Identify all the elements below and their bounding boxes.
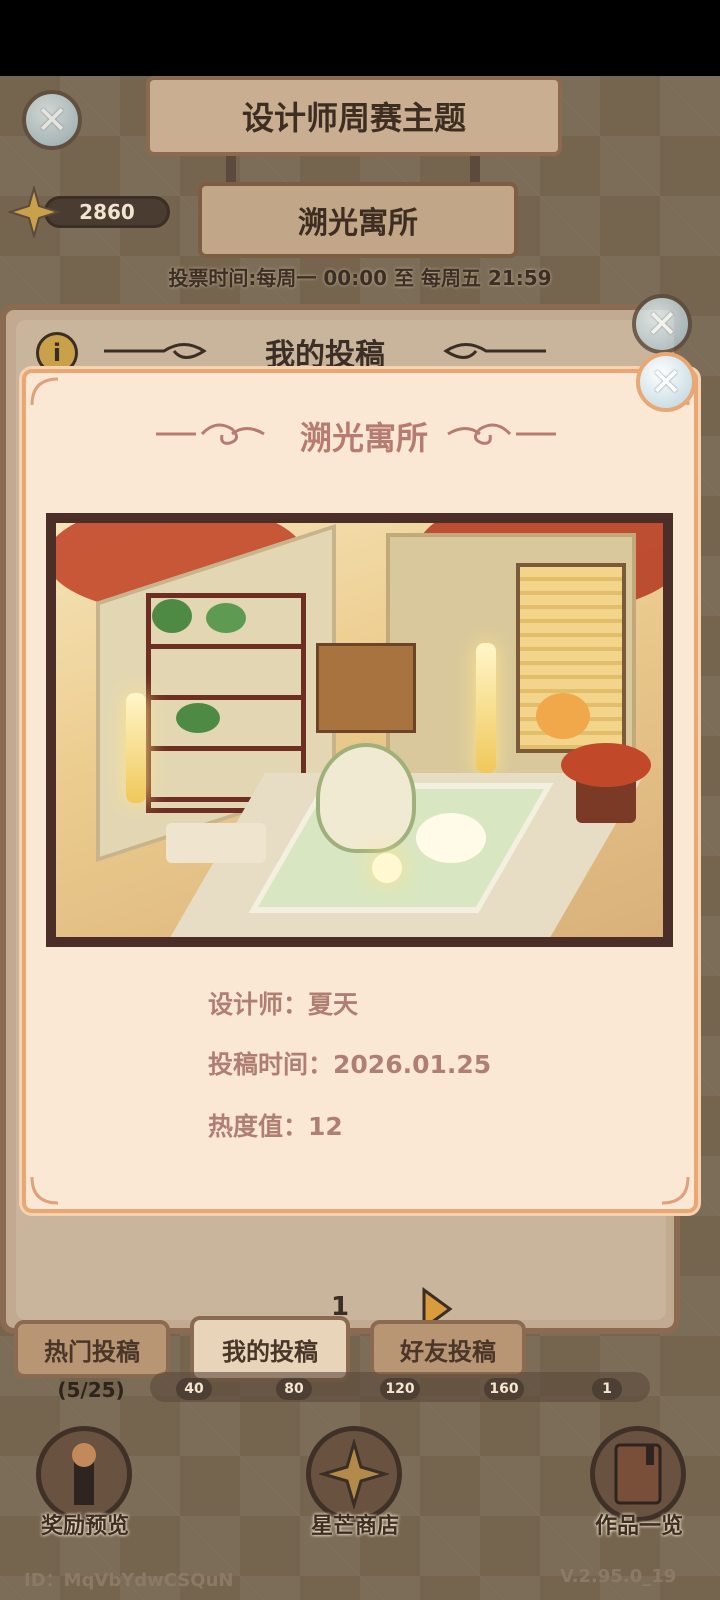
potted-plant-leaves [561,743,651,787]
heat-label: 热度值： [208,1112,309,1141]
tab-label: 热门投稿 [44,1337,140,1366]
theme-name: 溯光寓所 [298,206,418,241]
close-icon: ✕ [646,302,678,346]
milestone-badge: 80 [276,1378,312,1400]
submit-time-row: 投稿时间：2026.01.25 [208,1045,491,1081]
weekly-theme-title: 设计师周赛主题 [241,99,466,137]
bottom-nav-label: 作品一览 [594,1514,683,1539]
heat-value: 12 [308,1112,343,1141]
back-close-button[interactable]: ✕ [22,90,82,150]
title-ornament-left [104,343,207,359]
version-label: V.2.95.0_19 [560,1566,677,1587]
tea-set [166,823,266,863]
cabinet [316,643,416,733]
close-icon: ✕ [650,360,682,404]
designer-label: 设计师： [208,990,309,1019]
panel-close-button[interactable]: ✕ [632,294,692,354]
milestone-badge: 120 [380,1378,420,1400]
artwork-frame [46,513,673,947]
star-shop-button[interactable]: 星芒商店 [300,1426,410,1556]
milestone-badge: 40 [176,1378,212,1400]
progress-count: (5/25) [57,1378,125,1402]
plant [206,603,246,633]
bottom-nav-label: 奖励预览 [40,1514,129,1539]
title-ornament-right [443,343,546,359]
bean-bag [316,743,416,853]
tab-friend-submissions[interactable]: 好友投稿 [370,1320,526,1378]
modal-close-button[interactable]: ✕ [636,352,696,412]
milestone-badge: 160 [484,1378,524,1400]
star-count: 2860 [44,196,170,228]
heat-row: 热度值：12 [208,1107,343,1143]
status-bar [0,0,720,76]
modal-title: 溯光寓所 [299,419,428,457]
lantern-right [476,643,496,773]
corner-ornament [661,1176,690,1205]
title-flourish-right [447,423,556,445]
tab-hot-submissions[interactable]: 热门投稿 [14,1320,170,1378]
star-counter: 2860 [8,186,170,238]
theme-name-plaque: 溯光寓所 [198,182,518,258]
submission-detail-modal: 溯光寓所 设计师：夏天 投稿时间：2026.01.25 热度值：12 [22,369,698,1213]
lantern-left [126,693,146,803]
corner-ornament [30,377,59,406]
reward-preview-button[interactable]: 奖励预览 [30,1426,140,1556]
corner-ornament [30,1176,59,1205]
designer-name: 夏天 [308,990,359,1019]
tab-label: 我的投稿 [222,1337,318,1366]
plant [152,599,192,633]
vote-time: 投票时间:每周一 00:00 至 每周五 21:59 [168,266,552,290]
plant [176,703,220,733]
tab-label: 好友投稿 [400,1337,496,1366]
title-flourish-left [156,423,265,445]
milestone-badge: 1 [592,1378,622,1400]
works-overview-button[interactable]: 作品一览 [584,1426,694,1556]
submit-time-label: 投稿时间： [208,1050,334,1079]
flower-rug-pattern [416,813,486,863]
panel-title: 我的投稿 [265,338,385,373]
cat [536,693,590,739]
star-icon [8,186,60,238]
close-icon: ✕ [36,98,68,142]
floor-lamp [372,853,402,883]
bottom-nav-label: 星芒商店 [310,1514,399,1539]
designer-row: 设计师：夏天 [208,985,358,1021]
weekly-theme-sign: 设计师周赛主题 [146,76,562,156]
room-design-artwork[interactable] [56,523,663,937]
player-id: ID：MqVbYdwCSQuN [24,1570,234,1591]
submit-time: 2026.01.25 [333,1050,492,1079]
